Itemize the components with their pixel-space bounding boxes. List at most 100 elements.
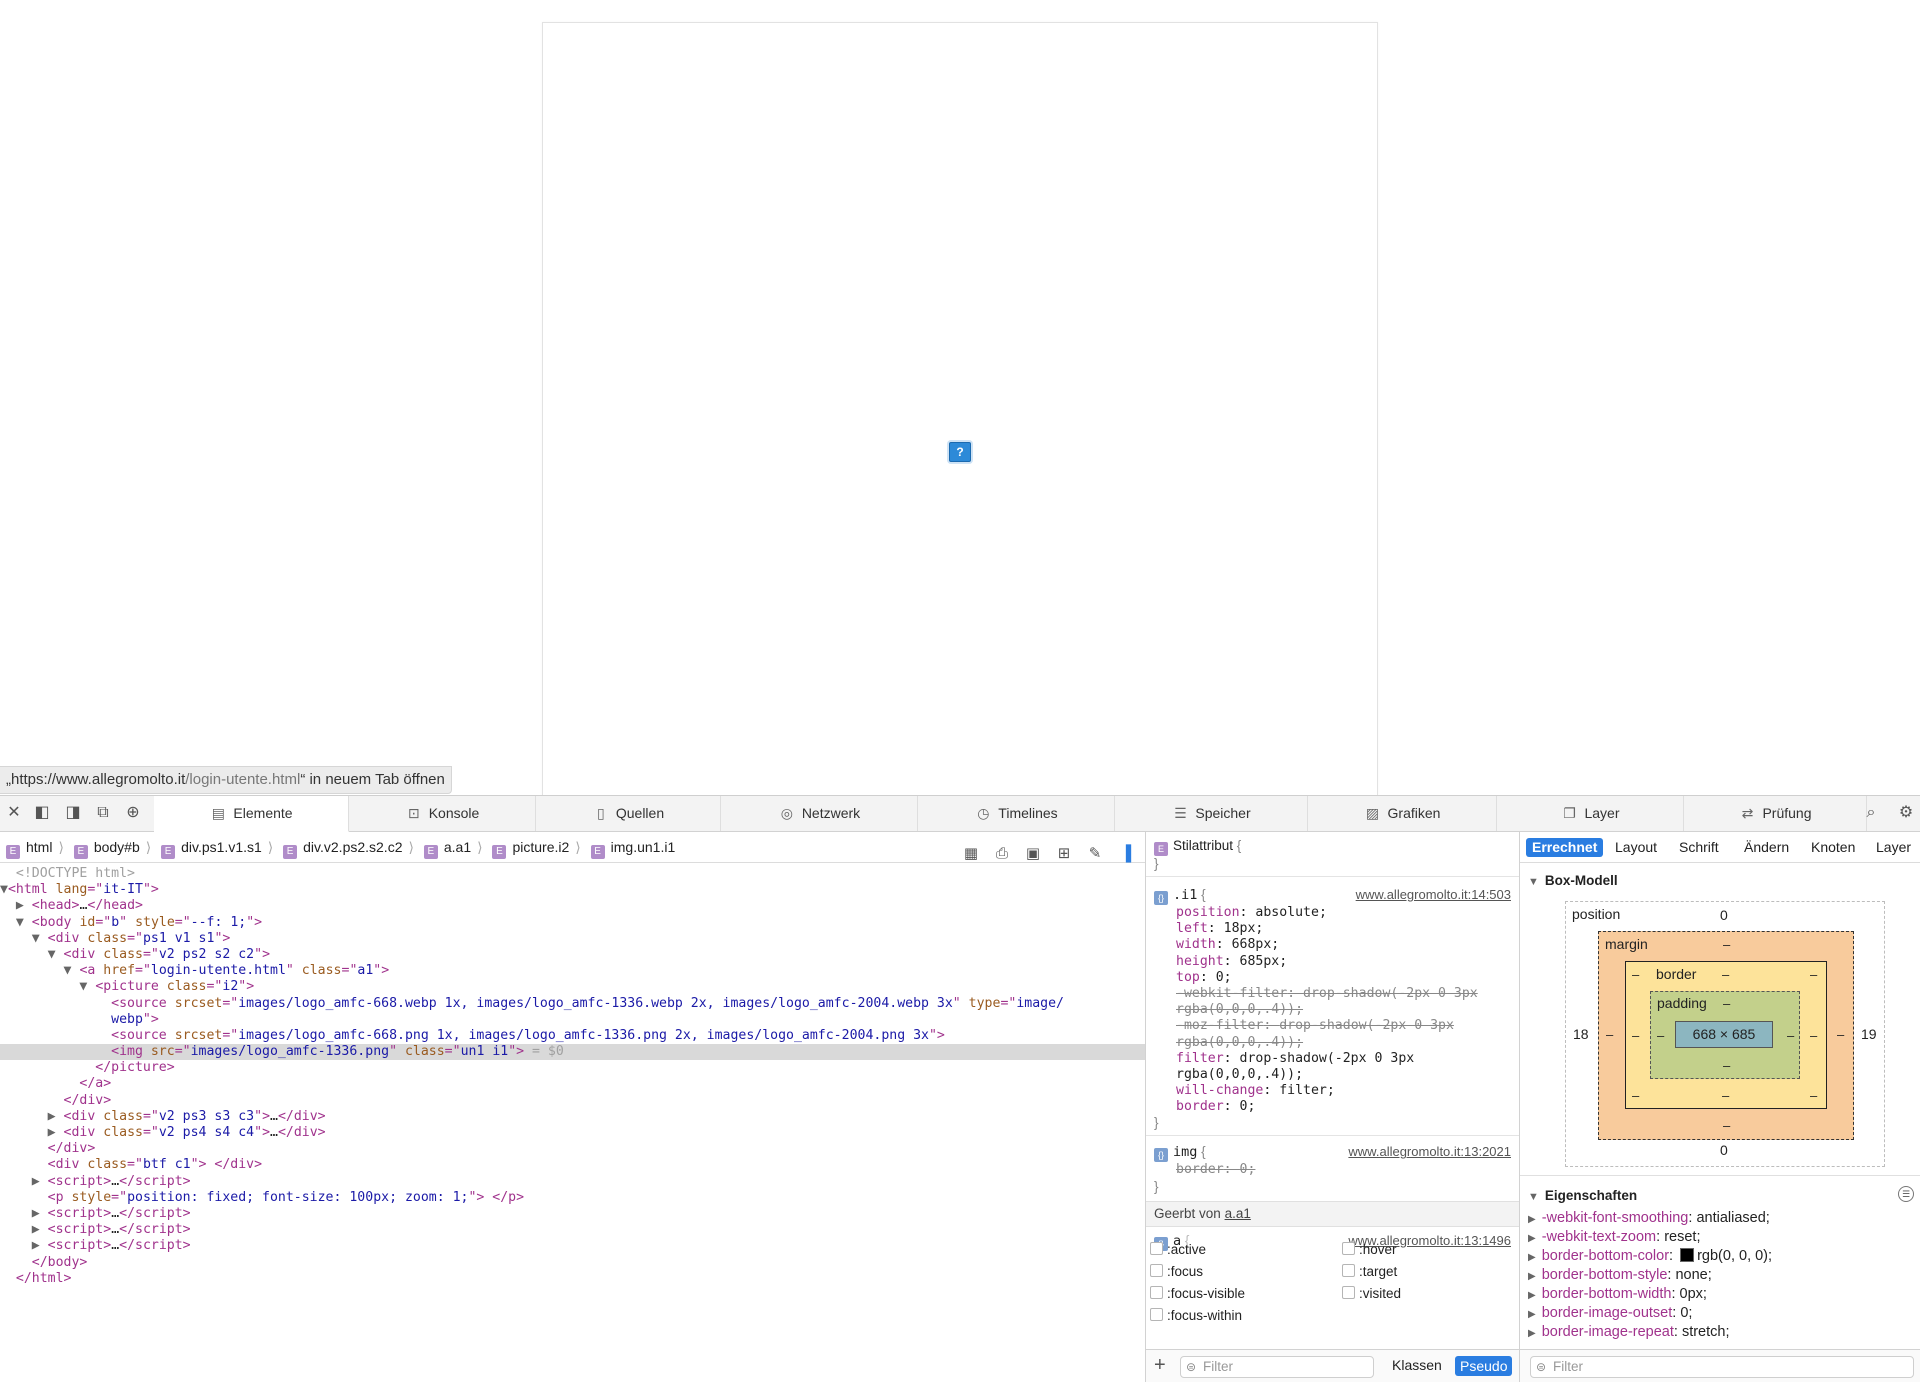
padding-top-value[interactable]: –	[1723, 996, 1730, 1011]
dom-node-p[interactable]: <p style="position: fixed; font-size: 10…	[0, 1190, 1145, 1206]
css-property[interactable]: width: 668px;	[1146, 937, 1519, 953]
rule-source-link[interactable]: www.allegromolto.it:13:2021	[1348, 1142, 1511, 1162]
properties-section-header[interactable]: ▼ Eigenschaften	[1528, 1188, 1637, 1203]
computed-property[interactable]: ▶ border-bottom-color: rgb(0, 0, 0);	[1528, 1247, 1772, 1266]
pseudo-focus-toggle[interactable]: :focus	[1150, 1264, 1203, 1279]
disclosure-down-icon[interactable]: ▼	[48, 947, 56, 962]
dock-right-icon[interactable]: ◨	[64, 804, 82, 822]
margin-bottom-value[interactable]: –	[1723, 1118, 1730, 1133]
css-property[interactable]: will-change: filter;	[1146, 1083, 1519, 1099]
tab-audit[interactable]: ⇄ Prüfung	[1684, 796, 1867, 831]
breadcrumb-item[interactable]: Epicture.i2 ⟩	[492, 832, 581, 862]
disclosure-right-icon[interactable]: ▶	[48, 1125, 56, 1140]
css-property-overridden[interactable]: -webkit-filter: drop-shadow(-2px 0 3px	[1146, 986, 1519, 1002]
css-property-overridden[interactable]: -moz-filter: drop-shadow(-2px 0 3px	[1146, 1018, 1519, 1034]
checkbox[interactable]	[1342, 1242, 1355, 1255]
styles-filter-input[interactable]: ⊜ Filter	[1180, 1356, 1374, 1378]
inherited-from-link[interactable]: a.a1	[1225, 1206, 1251, 1221]
css-rule-i1[interactable]: {} .i1 {www.allegromolto.it:14:503	[1146, 885, 1519, 905]
dom-node-a[interactable]: ▼ <a href="login-utente.html" class="a1"…	[0, 963, 1145, 979]
disclosure-right-icon[interactable]: ▶	[32, 1222, 40, 1237]
dom-node-div[interactable]: <div class="btf c1"> </div>	[0, 1157, 1145, 1173]
css-property-overridden[interactable]: border: 0;	[1146, 1162, 1519, 1178]
padding-right-value[interactable]: –	[1787, 1028, 1794, 1043]
disclosure-right-icon[interactable]: ▶	[16, 898, 24, 913]
tab-network[interactable]: ◎ Netzwerk	[721, 796, 918, 831]
disclosure-right-icon[interactable]: ▶	[32, 1174, 40, 1189]
dom-node-script[interactable]: ▶ <script>…</script>	[0, 1174, 1145, 1190]
css-rule-img[interactable]: {} img {www.allegromolto.it:13:2021	[1146, 1142, 1519, 1163]
border-right-value[interactable]: –	[1810, 1028, 1817, 1043]
disclosure-right-icon[interactable]: ▶	[32, 1206, 40, 1221]
disclosure-right-icon[interactable]: ▶	[1528, 1233, 1536, 1244]
dom-node-html[interactable]: ▼<html lang="it-IT">	[0, 882, 1145, 898]
css-property[interactable]: border: 0;	[1146, 1099, 1519, 1115]
disclosure-down-icon[interactable]: ▼	[1528, 876, 1539, 888]
disclosure-down-icon[interactable]: ▼	[32, 931, 40, 946]
breadcrumb-item[interactable]: Ediv.ps1.v1.s1 ⟩	[161, 832, 273, 862]
tab-layer[interactable]: Layer	[1870, 838, 1917, 857]
show-all-icon[interactable]: ☰	[1898, 1186, 1914, 1202]
css-property[interactable]: height: 685px;	[1146, 954, 1519, 970]
dom-node-body[interactable]: ▼ <body id="b" style="--f: 1;">	[0, 915, 1145, 931]
checkbox[interactable]	[1342, 1286, 1355, 1299]
border-top-value[interactable]: –	[1722, 967, 1729, 982]
disclosure-down-icon[interactable]: ▼	[64, 963, 72, 978]
dom-node-script[interactable]: ▶ <script>…</script>	[0, 1206, 1145, 1222]
dom-node-source[interactable]: <source srcset="images/logo_amfc-668.web…	[0, 996, 1145, 1012]
margin-left-value[interactable]: –	[1606, 1027, 1613, 1042]
disclosure-right-icon[interactable]: ▶	[1528, 1252, 1536, 1263]
breadcrumb-item[interactable]: Ehtml ⟩	[6, 832, 64, 862]
disclosure-right-icon[interactable]: ▶	[32, 1238, 40, 1253]
tab-storage[interactable]: ☰ Speicher	[1115, 796, 1308, 831]
disclosure-right-icon[interactable]: ▶	[1528, 1271, 1536, 1282]
margin-right-value[interactable]: –	[1837, 1027, 1844, 1042]
computed-property[interactable]: ▶ border-bottom-style: none;	[1528, 1266, 1712, 1285]
pseudo-hover-toggle[interactable]: :hover	[1342, 1242, 1397, 1257]
tab-computed[interactable]: Errechnet	[1526, 838, 1604, 857]
dom-node-div[interactable]: ▼ <div class="v2 ps2 s2 c2">	[0, 947, 1145, 963]
dom-node-div[interactable]: ▼ <div class="ps1 v1 s1">	[0, 931, 1145, 947]
dom-node-script[interactable]: ▶ <script>…</script>	[0, 1222, 1145, 1238]
a-href-value[interactable]: login-utente.html	[151, 963, 286, 978]
checkbox[interactable]	[1342, 1264, 1355, 1277]
tab-graphics[interactable]: ▨ Grafiken	[1308, 796, 1497, 831]
border-left-value[interactable]: –	[1632, 1028, 1639, 1043]
disclosure-right-icon[interactable]: ▶	[1528, 1309, 1536, 1320]
computed-property[interactable]: ▶ -webkit-font-smoothing: antialiased;	[1528, 1209, 1770, 1228]
disclosure-down-icon[interactable]: ▼	[0, 882, 8, 897]
layout-grid-icon[interactable]: ▦	[962, 845, 980, 863]
gear-icon[interactable]: ⚙	[1897, 804, 1915, 822]
disclosure-right-icon[interactable]: ▶	[48, 1109, 56, 1124]
css-property[interactable]: left: 18px;	[1146, 921, 1519, 937]
pseudo-target-toggle[interactable]: :target	[1342, 1264, 1397, 1279]
dom-node-script[interactable]: ▶ <script>…</script>	[0, 1238, 1145, 1254]
padding-left-value[interactable]: –	[1657, 1028, 1664, 1043]
position-right-value[interactable]: 19	[1861, 1026, 1877, 1042]
dom-node-doctype[interactable]: <!DOCTYPE html>	[0, 866, 1145, 882]
tab-elements[interactable]: ▤ Elemente	[154, 796, 349, 832]
dom-node-source[interactable]: <source srcset="images/logo_amfc-668.png…	[0, 1028, 1145, 1044]
boxmodel-section-header[interactable]: ▼ Box-Modell	[1528, 873, 1618, 888]
broken-image-icon[interactable]: ?	[949, 442, 971, 462]
element-picker-icon[interactable]: ⊕	[124, 804, 142, 822]
position-bottom-value[interactable]: 0	[1720, 1142, 1728, 1158]
pseudo-visited-toggle[interactable]: :visited	[1342, 1286, 1401, 1301]
disclosure-right-icon[interactable]: ▶	[1528, 1290, 1536, 1301]
dom-node-div[interactable]: ▶ <div class="v2 ps3 s3 c3">…</div>	[0, 1109, 1145, 1125]
disclosure-right-icon[interactable]: ▶	[1528, 1328, 1536, 1339]
tab-node[interactable]: Knoten	[1805, 838, 1861, 857]
pseudo-focus-visible-toggle[interactable]: :focus-visible	[1150, 1286, 1245, 1301]
border-bottom-value[interactable]: –	[1722, 1088, 1729, 1103]
css-property[interactable]: position: absolute;	[1146, 905, 1519, 921]
checkbox[interactable]	[1150, 1264, 1163, 1277]
close-icon[interactable]: ✕	[5, 804, 23, 822]
computed-filter-input[interactable]: ⊜ Filter	[1530, 1356, 1914, 1378]
tab-layout[interactable]: Layout	[1609, 838, 1663, 857]
css-property[interactable]: top: 0;	[1146, 970, 1519, 986]
computed-property[interactable]: ▶ -webkit-text-zoom: reset;	[1528, 1228, 1700, 1247]
checkbox[interactable]	[1150, 1286, 1163, 1299]
disclosure-down-icon[interactable]: ▼	[16, 915, 24, 930]
tab-changes[interactable]: Ändern	[1738, 838, 1795, 857]
css-property[interactable]: filter: drop-shadow(-2px 0 3px	[1146, 1051, 1519, 1067]
